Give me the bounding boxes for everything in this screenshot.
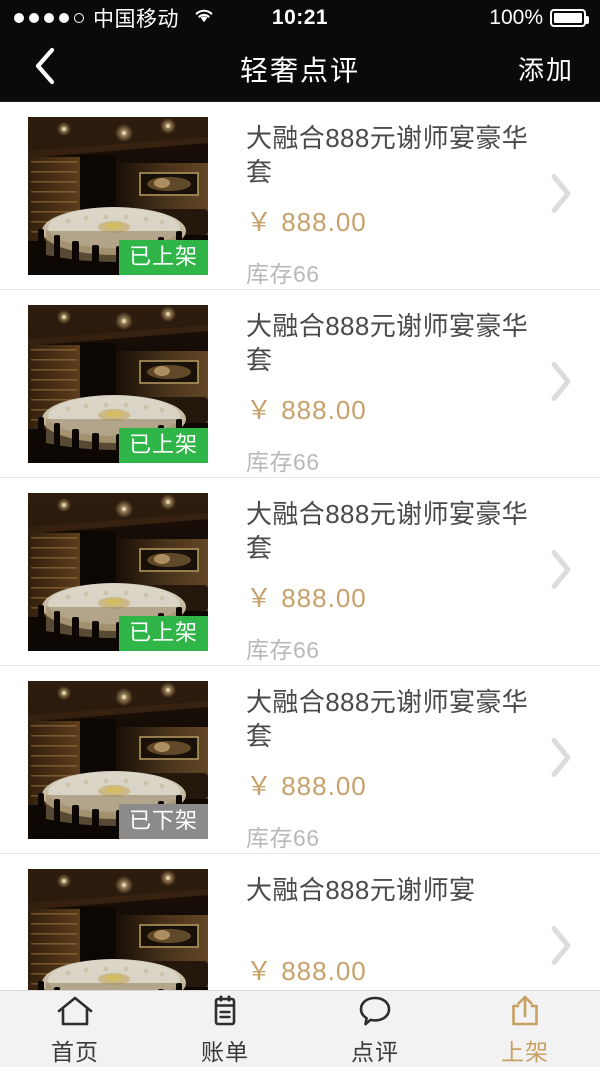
list-item[interactable]: 大融合888元谢师宴 ￥ 888.00 [0, 854, 600, 990]
restaurant-room-image [28, 869, 208, 990]
tab-reviews[interactable]: 点评 [300, 991, 450, 1067]
tab-listing[interactable]: 上架 [450, 991, 600, 1067]
page-title: 轻奢点评 [239, 54, 360, 86]
product-title: 大融合888元谢师宴豪华套 [246, 123, 529, 188]
list-item[interactable]: 已下架 大融合888元谢师宴豪华套 ￥ 888.00 库存66 [0, 666, 600, 854]
product-info: 大融合888元谢师宴 ￥ 888.00 [208, 869, 600, 988]
list-item[interactable]: 已上架 大融合888元谢师宴豪华套 ￥ 888.00 库存66 [0, 102, 600, 290]
status-bar: 中国移动 10:21 100% [0, 0, 600, 36]
carrier-name: 中国移动 [93, 8, 179, 31]
bottom-tab-bar: 首页 账单 点评 上架 [0, 990, 600, 1067]
product-stock: 库存66 [246, 448, 320, 475]
navigation-bar: 轻奢点评 添加 [0, 36, 600, 102]
home-icon [55, 991, 95, 1030]
battery-percent-label: 100% [489, 6, 543, 29]
status-badge: 已下架 [118, 803, 208, 839]
tab-label-home: 首页 [51, 1039, 99, 1065]
product-title: 大融合888元谢师宴豪华套 [246, 687, 529, 752]
chevron-right-icon[interactable] [548, 171, 574, 220]
tab-home[interactable]: 首页 [0, 991, 150, 1067]
add-button[interactable]: 添加 [518, 50, 600, 87]
signal-strength-icon [14, 13, 84, 23]
product-price: ￥ 888.00 [246, 582, 367, 613]
upload-share-icon [505, 991, 545, 1030]
product-title: 大融合888元谢师宴豪华套 [246, 499, 529, 564]
status-bar-left: 中国移动 [14, 3, 216, 33]
tab-label-reviews: 点评 [351, 1039, 399, 1065]
product-price: ￥ 888.00 [246, 206, 367, 237]
product-list[interactable]: 已上架 大融合888元谢师宴豪华套 ￥ 888.00 库存66 已上架 大融合8… [0, 102, 600, 990]
wifi-icon [192, 6, 216, 30]
chevron-right-icon[interactable] [548, 359, 574, 408]
product-info: 大融合888元谢师宴豪华套 ￥ 888.00 库存66 [208, 305, 600, 477]
status-badge: 已上架 [118, 427, 208, 463]
product-thumbnail[interactable]: 已上架 [28, 117, 208, 275]
product-stock: 库存66 [246, 260, 320, 287]
speech-bubble-icon [355, 991, 395, 1030]
chevron-left-icon [33, 46, 57, 91]
list-item[interactable]: 已上架 大融合888元谢师宴豪华套 ￥ 888.00 库存66 [0, 290, 600, 478]
tab-label-bills: 账单 [201, 1039, 249, 1065]
product-price: ￥ 888.00 [246, 770, 367, 801]
product-stock: 库存66 [246, 824, 320, 851]
product-info: 大融合888元谢师宴豪华套 ￥ 888.00 库存66 [208, 117, 600, 289]
status-badge: 已上架 [118, 615, 208, 651]
chevron-right-icon[interactable] [548, 735, 574, 784]
tab-bills[interactable]: 账单 [150, 991, 300, 1067]
list-item[interactable]: 已上架 大融合888元谢师宴豪华套 ￥ 888.00 库存66 [0, 478, 600, 666]
product-thumbnail[interactable]: 已下架 [28, 681, 208, 839]
status-bar-right: 100% [489, 6, 589, 30]
product-title: 大融合888元谢师宴 [246, 875, 476, 905]
product-info: 大融合888元谢师宴豪华套 ￥ 888.00 库存66 [208, 681, 600, 853]
product-title: 大融合888元谢师宴豪华套 [246, 311, 529, 376]
product-info: 大融合888元谢师宴豪华套 ￥ 888.00 库存66 [208, 493, 600, 665]
back-button[interactable] [0, 36, 90, 102]
battery-full-icon [550, 9, 589, 27]
status-badge: 已上架 [118, 239, 208, 275]
product-stock: 库存66 [246, 636, 320, 663]
product-thumbnail[interactable] [28, 869, 208, 990]
chevron-right-icon[interactable] [548, 924, 574, 973]
tab-label-listing: 上架 [501, 1039, 549, 1065]
product-price: ￥ 888.00 [246, 394, 367, 425]
product-thumbnail[interactable]: 已上架 [28, 305, 208, 463]
product-thumbnail[interactable]: 已上架 [28, 493, 208, 651]
chevron-right-icon[interactable] [548, 547, 574, 596]
app-screen: 中国移动 10:21 100% 轻奢点评 添加 已上架 大融合888元谢师宴豪华… [0, 0, 600, 1067]
product-price: ￥ 888.00 [246, 956, 367, 987]
clipboard-icon [205, 991, 245, 1030]
